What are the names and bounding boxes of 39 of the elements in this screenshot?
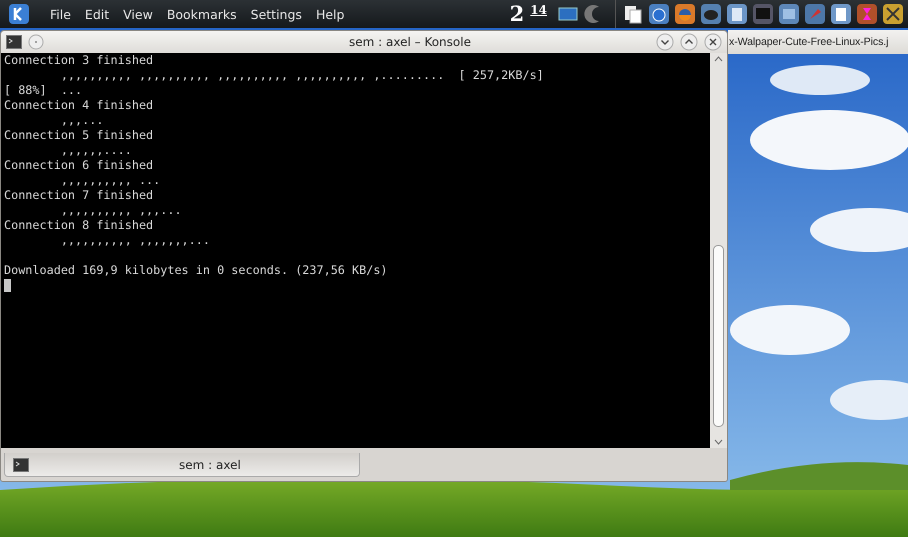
terminal-line: ,,,,,,,,,, ,,,,,,,... [60,233,210,248]
terminal-line: Connection 7 finished [4,188,154,203]
scroll-down-icon[interactable] [714,439,723,445]
menu-item[interactable]: Help [316,6,344,22]
close-button[interactable] [704,33,722,51]
menu-item[interactable]: Bookmarks [166,6,237,22]
minimize-button[interactable] [656,33,674,51]
terminal-line: ,,,,,,.... [60,143,132,158]
clock-minute: 14 [530,3,547,17]
terminal-line: ,,,,,,,,,, ,,,... [60,203,182,218]
terminal-tab[interactable]: sem : axel [4,453,360,477]
text-cursor [4,279,11,292]
terminal-line: ,,,,,,,,,, ... [60,173,160,188]
window-title: sem : axel – Konsole [348,35,472,49]
scroll-up-icon[interactable] [714,56,723,62]
scrollbar[interactable] [710,53,727,448]
terminal-line: Connection 5 finished [4,128,154,143]
menu-item[interactable]: File [50,6,71,22]
menu-item[interactable]: Settings [250,6,302,22]
terminal-line: ,,,... [60,113,104,128]
maximize-button[interactable] [680,33,698,51]
menu-item[interactable]: Edit [84,6,110,22]
window-icon[interactable] [778,3,800,25]
terminal-line: Connection 6 finished [4,158,154,173]
terminal-icon[interactable] [6,35,22,49]
scrollbar-thumb[interactable] [713,244,724,426]
terminal-icon [13,458,29,472]
terminal-line: Downloaded 169,9 kilobytes in 0 seconds. (237,56 KB/s) [4,263,388,278]
window-title: x-Walpaper-Cute-Free-Linux-Pics.j [728,36,888,48]
kde-menu-icon[interactable] [8,3,30,25]
terminal-line: Connection 3 finished [4,53,154,68]
hourglass-icon[interactable] [856,3,878,25]
terminal-line: Connection 4 finished [4,98,154,113]
terminal-line: Connection 8 finished [4,218,154,233]
menu-item[interactable]: View [123,6,153,22]
terminal-line: ,,,,,,,,,, ,,,,,,,,,, ,,,,,,,,,, ,,,,,,,,,, ,......... [ 257,2KB/s] [60,68,544,83]
clock-hour: 2 [510,3,524,25]
terminal-line: [ 88%] ... [4,83,82,98]
documents-icon[interactable] [622,3,644,25]
